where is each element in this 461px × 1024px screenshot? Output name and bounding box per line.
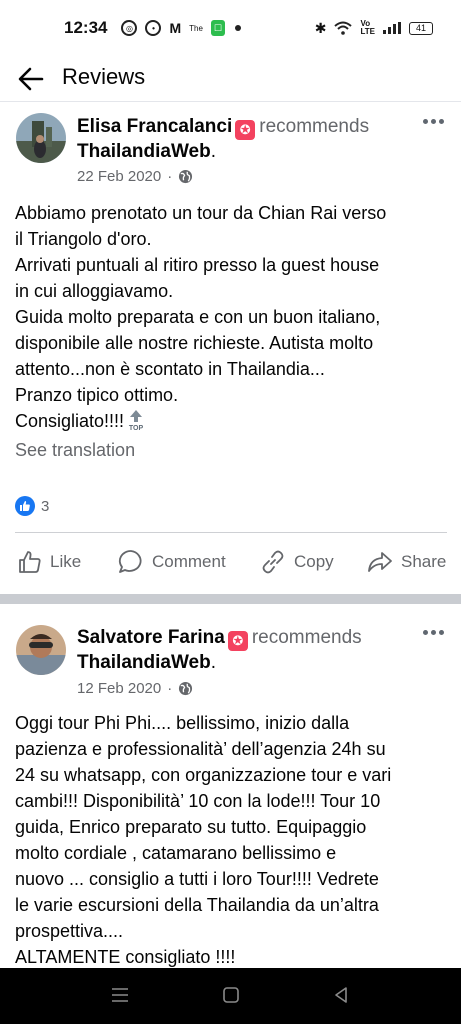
comment-label: Comment (152, 552, 226, 571)
menu-nav-icon[interactable] (111, 986, 129, 1004)
post-meta: 22 Feb 2020 · (77, 168, 193, 185)
post-date[interactable]: 12 Feb 2020 (77, 680, 161, 697)
the-app-icon: The (189, 23, 203, 33)
reactions-summary[interactable]: 3 (15, 496, 49, 516)
recommend-icon: ✪ (235, 120, 256, 140)
see-translation-link[interactable]: See translation (15, 440, 135, 461)
recommends-label: recommends (251, 627, 362, 648)
share-label: Share (401, 552, 447, 571)
notification-icons: ◎ • M The ☐ (121, 20, 225, 36)
system-nav-bar (0, 968, 461, 1024)
status-right: ✱ Vo LTE 41 (315, 20, 433, 37)
top-arrow-icon: TOP (129, 410, 144, 431)
like-button[interactable]: Like (18, 542, 81, 582)
author-name[interactable]: Salvatore Farina (77, 627, 225, 648)
page-title: Reviews (62, 64, 146, 89)
recommend-icon: ✪ (227, 631, 248, 651)
back-nav-icon[interactable] (332, 986, 350, 1004)
post-text: Abbiamo prenotato un tour da Chian Rai v… (15, 203, 387, 431)
globe-icon (179, 681, 193, 696)
notification-app-icon: ◎ (121, 20, 138, 36)
recommends-label: recommends (259, 116, 370, 137)
meta-separator: · (167, 168, 173, 185)
post-text: Oggi tour Phi Phi.... bellissimo, inizio… (15, 713, 392, 967)
review-post: Elisa Francalanci ✪ recommends ThailandiaW… (0, 102, 461, 596)
green-app-icon: ☐ (210, 20, 225, 36)
reaction-count: 3 (41, 497, 50, 515)
gmail-icon: M (169, 20, 182, 36)
avatar[interactable] (16, 625, 66, 675)
wifi-icon (334, 21, 353, 35)
comment-icon (118, 550, 142, 573)
divider (15, 532, 447, 533)
page-name[interactable]: ThailandiaWeb (77, 141, 211, 162)
post-header: Salvatore Farina ✪ recommends ThailandiaWe… (77, 627, 362, 673)
bluetooth-icon: ✱ (314, 19, 327, 36)
comment-button[interactable]: Comment (118, 542, 226, 582)
author-name[interactable]: Elisa Francalanci (77, 116, 232, 137)
link-icon (262, 550, 284, 574)
more-notifications-icon (234, 25, 241, 31)
post-meta: 12 Feb 2020 · (77, 680, 193, 697)
battery-icon: 41 (409, 21, 433, 35)
post-separator (0, 594, 461, 604)
review-post: Salvatore Farina ✪ recommends ThailandiaWe… (0, 604, 461, 968)
share-button[interactable]: Share (367, 542, 446, 582)
post-date[interactable]: 22 Feb 2020 (77, 168, 161, 185)
share-icon (368, 552, 392, 572)
copy-button[interactable]: Copy (260, 542, 334, 582)
status-time: 12:34 (64, 18, 108, 37)
page-name[interactable]: ThailandiaWeb (77, 652, 211, 673)
battery-level: 41 (415, 23, 426, 33)
avatar[interactable] (16, 113, 66, 163)
globe-icon (179, 169, 193, 184)
home-nav-icon[interactable] (222, 986, 240, 1004)
like-reaction-icon (15, 496, 35, 516)
more-options-icon[interactable] (423, 119, 445, 127)
like-label: Like (50, 552, 82, 571)
status-bar: 12:34 ◎ • M The ☐ ✱ Vo LTE 41 (0, 0, 461, 56)
copy-label: Copy (294, 552, 334, 571)
post-body: Abbiamo prenotato un tour da Chian Rai v… (15, 200, 447, 434)
app-header: Reviews (0, 56, 461, 102)
line-app-icon: • (145, 20, 162, 36)
svg-text:TOP: TOP (129, 425, 144, 431)
volte-icon: Vo LTE (360, 19, 375, 36)
more-options-icon[interactable] (423, 630, 445, 638)
signal-icon (383, 22, 401, 34)
post-actions: Like Comment Copy Share (0, 542, 461, 582)
post-header: Elisa Francalanci ✪ recommends ThailandiaW… (77, 116, 370, 162)
thumbs-up-icon (19, 551, 41, 573)
arrow-left-icon[interactable] (16, 64, 46, 94)
post-body: Oggi tour Phi Phi.... bellissimo, inizio… (15, 710, 447, 970)
meta-separator: · (167, 680, 173, 697)
